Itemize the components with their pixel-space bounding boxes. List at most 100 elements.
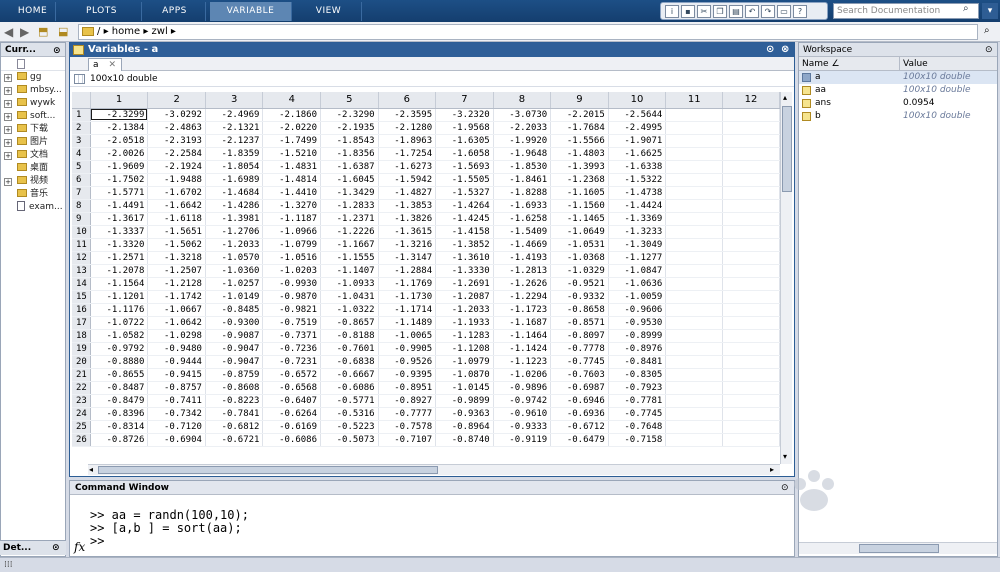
table-cell[interactable]: -1.0298 bbox=[147, 329, 206, 343]
table-cell[interactable]: -1.5210 bbox=[262, 147, 322, 161]
table-cell[interactable]: -0.6479 bbox=[550, 433, 609, 447]
table-cell[interactable] bbox=[722, 303, 780, 317]
table-cell[interactable] bbox=[722, 238, 780, 252]
table-cell[interactable]: -0.8880 bbox=[90, 355, 149, 369]
table-cell[interactable]: -1.5566 bbox=[550, 134, 609, 148]
row-header[interactable]: 5 bbox=[72, 160, 91, 174]
table-cell[interactable]: -0.7158 bbox=[608, 433, 667, 447]
table-cell[interactable] bbox=[665, 251, 724, 265]
redo-icon[interactable]: ↷ bbox=[761, 4, 775, 18]
table-cell[interactable]: -1.5409 bbox=[493, 225, 552, 239]
table-cell[interactable]: -1.3330 bbox=[435, 264, 494, 278]
browse-folder-icon[interactable]: ⬓ bbox=[58, 25, 68, 38]
table-cell[interactable]: -1.9920 bbox=[493, 134, 552, 148]
table-cell[interactable]: -1.6642 bbox=[147, 199, 206, 213]
table-cell[interactable]: -1.1605 bbox=[550, 186, 609, 200]
table-cell[interactable] bbox=[722, 134, 780, 148]
copy-icon[interactable]: ❐ bbox=[713, 4, 727, 18]
row-header[interactable]: 23 bbox=[72, 394, 91, 408]
table-cell[interactable]: -0.8927 bbox=[378, 394, 437, 408]
folder-item[interactable]: + wywk bbox=[1, 97, 65, 110]
row-header[interactable]: 20 bbox=[72, 355, 91, 369]
workspace-variable-row[interactable]: aa 100x10 double bbox=[799, 84, 997, 97]
table-cell[interactable]: -1.7254 bbox=[378, 147, 437, 161]
table-cell[interactable]: -1.0649 bbox=[550, 225, 609, 239]
folder-item[interactable]: + 文档 bbox=[1, 149, 65, 162]
table-cell[interactable]: -0.8487 bbox=[90, 381, 149, 395]
row-header[interactable]: 22 bbox=[72, 381, 91, 395]
table-cell[interactable] bbox=[722, 290, 780, 304]
table-cell[interactable]: -0.7371 bbox=[262, 329, 322, 343]
tab-plots[interactable]: PLOTS bbox=[62, 2, 142, 21]
table-cell[interactable]: -1.9071 bbox=[608, 134, 667, 148]
table-cell[interactable]: -0.5073 bbox=[320, 433, 379, 447]
table-cell[interactable]: -0.6572 bbox=[262, 368, 322, 382]
table-cell[interactable] bbox=[722, 433, 780, 447]
folder-item[interactable]: + 视频 bbox=[1, 175, 65, 188]
table-cell[interactable]: -0.8571 bbox=[550, 316, 609, 330]
table-cell[interactable]: -1.3270 bbox=[262, 199, 322, 213]
table-cell[interactable]: -1.3147 bbox=[378, 251, 437, 265]
table-cell[interactable]: -1.2368 bbox=[550, 173, 609, 187]
row-header[interactable]: 17 bbox=[72, 316, 91, 330]
table-cell[interactable]: -1.0149 bbox=[205, 290, 264, 304]
table-cell[interactable] bbox=[665, 108, 724, 122]
table-cell[interactable]: -1.2294 bbox=[493, 290, 552, 304]
table-cell[interactable]: -2.1384 bbox=[90, 121, 149, 135]
column-header[interactable]: 7 bbox=[435, 92, 494, 109]
table-cell[interactable]: -1.9609 bbox=[90, 160, 149, 174]
table-cell[interactable]: -1.6387 bbox=[320, 160, 379, 174]
variable-grid[interactable]: 1 2 3 4 5 6 7 8 9 10 11 12 1 -2.3299 -3.0292 -2.4969 -2… bbox=[72, 92, 780, 464]
table-cell[interactable]: -1.1714 bbox=[378, 303, 437, 317]
table-cell[interactable]: -2.2033 bbox=[493, 121, 552, 135]
table-cell[interactable]: -0.7781 bbox=[608, 394, 667, 408]
table-cell[interactable]: -1.9568 bbox=[435, 121, 494, 135]
row-header[interactable]: 13 bbox=[72, 264, 91, 278]
table-cell[interactable]: -1.8461 bbox=[493, 173, 552, 187]
table-cell[interactable]: -1.6933 bbox=[493, 199, 552, 213]
row-header[interactable]: 25 bbox=[72, 420, 91, 434]
table-cell[interactable]: -1.4684 bbox=[205, 186, 264, 200]
row-header[interactable]: 9 bbox=[72, 212, 91, 226]
table-cell[interactable]: -0.7107 bbox=[378, 433, 437, 447]
table-cell[interactable]: -2.1924 bbox=[147, 160, 206, 174]
table-cell[interactable]: -1.8530 bbox=[493, 160, 552, 174]
column-header[interactable]: 8 bbox=[493, 92, 552, 109]
table-cell[interactable]: -0.9530 bbox=[608, 316, 667, 330]
table-cell[interactable]: -1.1283 bbox=[435, 329, 494, 343]
back-icon[interactable]: ◀ bbox=[4, 25, 13, 39]
table-cell[interactable] bbox=[722, 225, 780, 239]
horizontal-scroll-thumb[interactable] bbox=[98, 466, 438, 474]
table-cell[interactable]: -1.2078 bbox=[90, 264, 149, 278]
table-cell[interactable]: -1.0570 bbox=[205, 251, 264, 265]
table-cell[interactable]: -1.0933 bbox=[320, 277, 379, 291]
search-documentation-input[interactable]: Search Documentation bbox=[833, 3, 979, 19]
table-cell[interactable]: -0.8976 bbox=[608, 342, 667, 356]
table-cell[interactable]: -1.1407 bbox=[320, 264, 379, 278]
table-cell[interactable] bbox=[722, 147, 780, 161]
table-cell[interactable] bbox=[665, 342, 724, 356]
table-cell[interactable] bbox=[665, 160, 724, 174]
table-cell[interactable]: -0.9896 bbox=[493, 381, 552, 395]
name-column-header[interactable]: Name ∠ bbox=[802, 57, 840, 71]
table-cell[interactable]: -0.7923 bbox=[608, 381, 667, 395]
table-cell[interactable]: -2.5644 bbox=[608, 108, 667, 122]
column-header[interactable]: 4 bbox=[262, 92, 322, 109]
expand-icon[interactable]: + bbox=[4, 100, 12, 108]
table-cell[interactable]: -0.8951 bbox=[378, 381, 437, 395]
table-cell[interactable]: -2.1321 bbox=[205, 121, 264, 135]
table-cell[interactable]: -1.0870 bbox=[435, 368, 494, 382]
table-cell[interactable]: -0.9521 bbox=[550, 277, 609, 291]
table-cell[interactable] bbox=[665, 368, 724, 382]
table-cell[interactable]: -1.0329 bbox=[550, 264, 609, 278]
table-cell[interactable]: -2.1860 bbox=[262, 108, 322, 122]
table-cell[interactable]: -1.0059 bbox=[608, 290, 667, 304]
tab-home[interactable]: HOME bbox=[10, 2, 56, 21]
details-panel-header[interactable]: Det... ⊙ bbox=[0, 540, 66, 555]
table-cell[interactable]: -0.7601 bbox=[320, 342, 379, 356]
expand-icon[interactable]: + bbox=[4, 126, 12, 134]
column-header[interactable]: 6 bbox=[378, 92, 437, 109]
table-cell[interactable]: -0.9333 bbox=[493, 420, 552, 434]
table-cell[interactable] bbox=[665, 316, 724, 330]
table-cell[interactable]: -1.6118 bbox=[147, 212, 206, 226]
